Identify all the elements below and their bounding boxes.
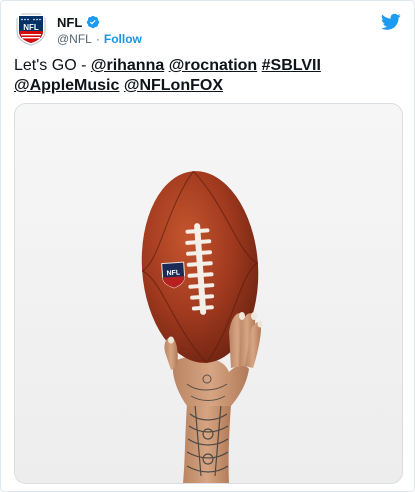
mention-rihanna[interactable]: @rihanna	[91, 57, 164, 74]
account-handle[interactable]: @NFL	[57, 32, 92, 46]
tweet-text-lead: Let's GO -	[14, 57, 91, 74]
nfl-shield-logo: NFL	[16, 13, 46, 46]
avatar[interactable]: NFL	[13, 11, 49, 47]
account-name[interactable]: NFL	[57, 15, 82, 30]
follow-button[interactable]: Follow	[104, 32, 142, 46]
twitter-bird-icon[interactable]	[380, 13, 401, 31]
account-info: NFL @NFL · Follow	[57, 14, 142, 47]
mention-applemusic[interactable]: @AppleMusic	[14, 77, 119, 94]
verified-badge-icon	[86, 15, 100, 29]
tweet-photo[interactable]: NFL	[14, 103, 403, 484]
tweet-text: Let's GO - @rihanna @rocnation #SBLVII @…	[14, 56, 404, 96]
mention-rocnation[interactable]: @rocnation	[169, 57, 258, 74]
mention-nflonfox[interactable]: @NFLonFOX	[124, 77, 223, 94]
tweet-header: NFL NFL @NFL · Follow	[13, 11, 403, 51]
hashtag-sblvii[interactable]: #SBLVII	[262, 57, 321, 74]
logo-text: NFL	[23, 23, 39, 32]
football-hand-image: NFL	[15, 104, 402, 483]
tweet-card: NFL NFL @NFL · Follow Let's GO - @rihann…	[0, 0, 415, 492]
ball-logo-text: NFL	[166, 269, 181, 277]
separator-dot: ·	[95, 32, 100, 46]
